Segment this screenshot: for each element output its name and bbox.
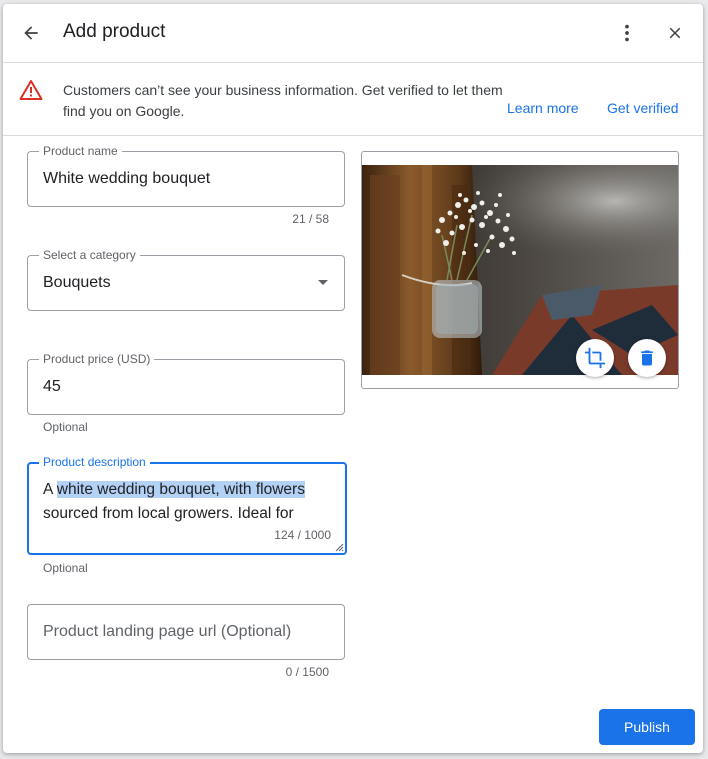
crop-icon [584, 347, 606, 369]
landing-page-url-placeholder: Product landing page url (Optional) [43, 623, 292, 640]
trash-icon [641, 350, 653, 366]
dialog-title: Add product [63, 21, 166, 42]
category-value: Bouquets [43, 274, 111, 291]
product-price-value: 45 [43, 378, 61, 395]
description-helper-text: Optional [43, 561, 88, 575]
category-select[interactable]: Select a category Bouquets [27, 248, 345, 311]
delete-button[interactable] [628, 339, 666, 377]
close-button[interactable] [659, 17, 691, 49]
back-button[interactable] [15, 17, 47, 49]
landing-url-counter: 0 / 1500 [285, 665, 329, 679]
verification-banner: Customers can’t see your business inform… [3, 62, 703, 136]
learn-more-link[interactable]: Learn more [507, 100, 579, 116]
product-description-label: Product description [39, 455, 150, 469]
product-name-label: Product name [39, 144, 122, 158]
publish-button[interactable]: Publish [599, 709, 695, 745]
dialog-header: Add product [3, 4, 703, 62]
product-name-value: White wedding bouquet [43, 170, 211, 187]
product-image-card [361, 151, 679, 389]
product-photo [362, 165, 678, 375]
landing-page-url-field[interactable]: Product landing page url (Optional) [27, 604, 345, 660]
category-label: Select a category [39, 248, 140, 262]
chevron-down-icon [318, 280, 328, 285]
close-icon [669, 27, 681, 39]
more-vert-icon [625, 24, 629, 42]
product-price-field[interactable]: Product price (USD) 45 [27, 352, 345, 415]
get-verified-link[interactable]: Get verified [607, 100, 679, 116]
product-price-label: Product price (USD) [39, 352, 155, 366]
arrow-back-icon [24, 26, 38, 40]
price-helper-text: Optional [43, 420, 88, 434]
product-description-text: A white wedding bouquet, with flowers sou… [43, 481, 305, 522]
product-name-field[interactable]: Product name White wedding bouquet [27, 144, 345, 207]
description-counter: 124 / 1000 [274, 528, 331, 542]
add-product-dialog: Add product Customers can’t see your bus… [3, 4, 703, 753]
warning-icon [19, 80, 43, 100]
more-options-button[interactable] [611, 17, 643, 49]
resize-handle-icon[interactable] [334, 542, 344, 552]
banner-message: Customers can’t see your business inform… [63, 82, 503, 119]
product-name-counter: 21 / 58 [292, 212, 329, 226]
selected-text: white wedding bouquet, with flowers [56, 481, 305, 498]
product-description-field[interactable]: Product description A white wedding bouq… [27, 455, 347, 555]
crop-button[interactable] [576, 339, 614, 377]
